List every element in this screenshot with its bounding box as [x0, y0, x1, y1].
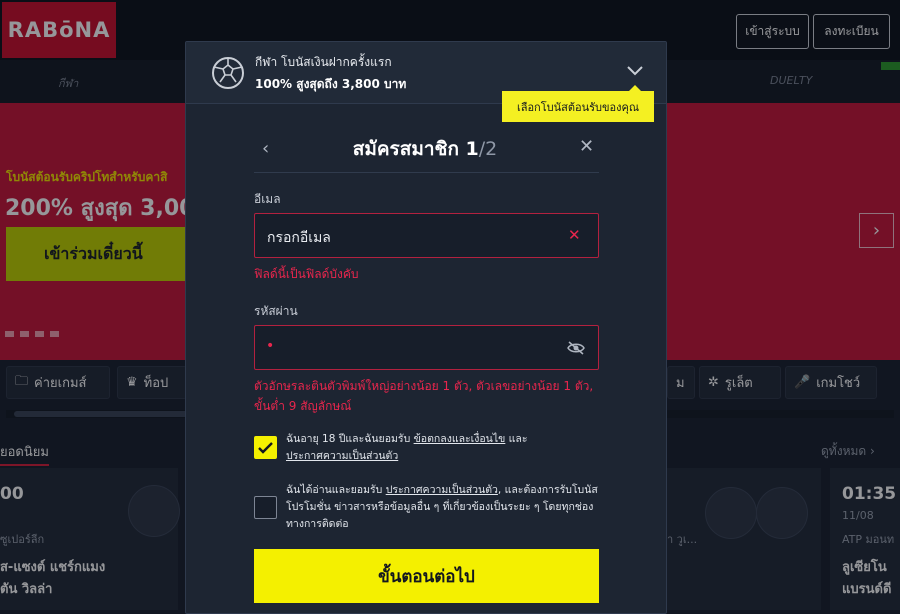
close-icon[interactable]: ✕: [579, 136, 597, 157]
marketing-checkbox[interactable]: [254, 496, 277, 519]
clear-icon[interactable]: ✕: [568, 226, 581, 244]
marketing-text: ฉันได้อ่านและยอมรับ ประกาศความเป็นส่วนตั…: [286, 484, 598, 530]
bonus-title: กีฬา โบนัสเงินฝากครั้งแรก: [255, 55, 392, 69]
email-label: อีเมล: [254, 192, 281, 206]
marketing-privacy-link[interactable]: ประกาศความเป็นส่วนตัว: [386, 484, 498, 496]
privacy-link[interactable]: ประกาศความเป็นส่วนตัว: [286, 450, 398, 462]
terms-link[interactable]: ข้อตกลงและเงื่อนไข: [414, 433, 506, 445]
terms-text: ฉันอายุ 18 ปีและฉันยอมรับ ข้อตกลงและเงื่…: [286, 433, 528, 462]
next-step-button[interactable]: ขั้นตอนต่อไป: [254, 549, 599, 603]
back-arrow-icon[interactable]: ‹: [262, 138, 276, 159]
soccer-ball-icon: [212, 57, 244, 89]
step-indicator: /2: [478, 138, 498, 160]
eye-off-icon[interactable]: [567, 341, 585, 355]
password-value: •: [266, 338, 275, 354]
signup-title: สมัครสมาชิก 1/2: [352, 138, 498, 160]
email-placeholder: กรอกอีเมล: [267, 230, 331, 246]
password-label: รหัสผ่าน: [254, 304, 298, 318]
title-divider: [254, 172, 599, 173]
bonus-tooltip: เลือกโบนัสต้อนรับของคุณ: [502, 85, 654, 122]
terms-checkbox[interactable]: [254, 436, 277, 459]
password-error: ตัวอักษรละตินตัวพิมพ์ใหญ่อย่างน้อย 1 ตัว…: [254, 379, 594, 413]
chevron-down-icon[interactable]: [626, 64, 644, 78]
password-field[interactable]: •: [254, 325, 599, 370]
email-error: ฟิลด์นี้เป็นฟิลด์บังคับ: [254, 267, 359, 281]
bonus-amount: 100% สูงสุดถึง 3,800 บาท: [255, 77, 407, 91]
checkmark-icon: [258, 442, 273, 454]
email-field[interactable]: กรอกอีเมล ✕: [254, 213, 599, 258]
